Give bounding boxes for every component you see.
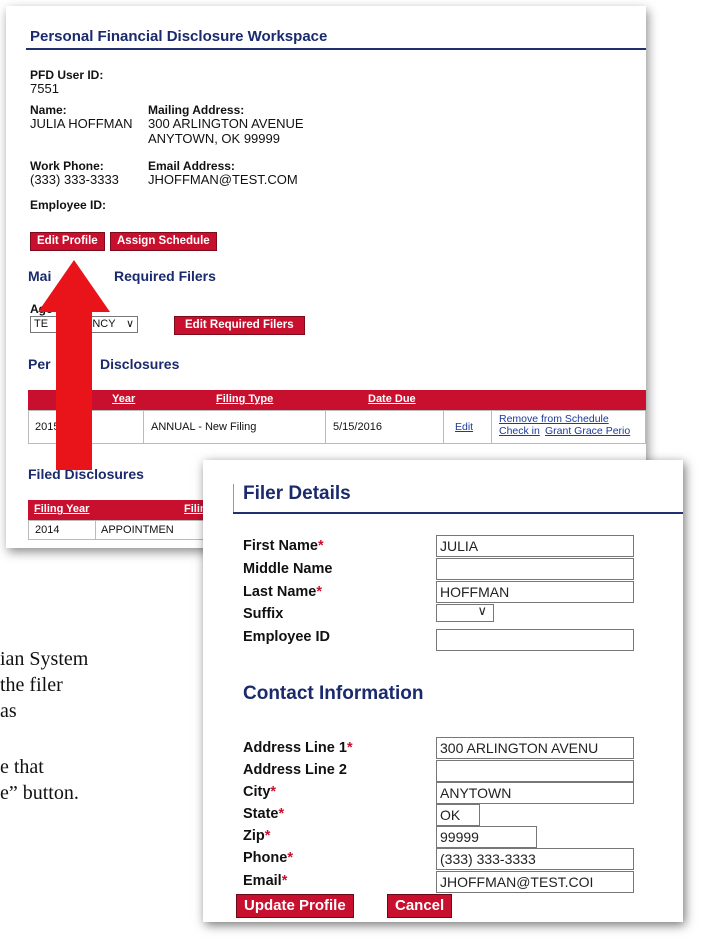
bg-text-line-1: ian System xyxy=(0,648,89,670)
last-name-field[interactable]: HOFFMAN xyxy=(436,581,634,603)
first-name-label: First Name* xyxy=(243,538,324,554)
bg-text-line-3: as xyxy=(0,700,17,722)
filer-details-divider xyxy=(233,512,683,514)
filed-table-header: Filing Year Filin xyxy=(28,500,218,520)
city-field[interactable]: ANYTOWN xyxy=(436,782,634,804)
email-address-value: JHOFFMAN@TEST.COM xyxy=(148,172,298,187)
phone-field[interactable]: (333) 333-3333 xyxy=(436,848,634,870)
email-label: Email* xyxy=(243,873,288,889)
last-name-label: Last Name* xyxy=(243,584,322,600)
cancel-button[interactable]: Cancel xyxy=(387,894,453,918)
pending-disclosures-heading: Disclosures xyxy=(100,356,180,372)
table-row: 2015 ANNUAL - New Filing 5/15/2016 Edit … xyxy=(28,410,646,444)
edit-link[interactable]: Edit xyxy=(455,421,473,433)
work-phone-value: (333) 333-3333 xyxy=(30,172,119,187)
suffix-select[interactable]: ∨ xyxy=(436,604,494,622)
name-label: Name: xyxy=(30,103,67,117)
col-filed-year[interactable]: Filing Year xyxy=(34,503,89,515)
grant-grace-period-link[interactable]: Grant Grace Perio xyxy=(545,425,630,437)
row-filing-type: ANNUAL - New Filing xyxy=(151,421,257,433)
mailing-address-line1: 300 ARLINGTON AVENUE xyxy=(148,116,304,131)
work-phone-label: Work Phone: xyxy=(30,159,104,173)
col-filing-type[interactable]: Filing Type xyxy=(216,393,273,405)
chevron-down-icon: ∨ xyxy=(125,318,134,330)
name-value: JULIA HOFFMAN xyxy=(30,116,133,131)
bg-text-line-5: e” button. xyxy=(0,782,79,804)
row-date-due: 5/15/2016 xyxy=(333,421,382,433)
table-row: 2014 APPOINTMEN xyxy=(28,520,218,540)
first-name-field[interactable]: JULIA xyxy=(436,535,634,557)
bg-text-line-2: the filer xyxy=(0,674,63,696)
filer-details-title: Filer Details xyxy=(243,483,351,504)
assign-schedule-button[interactable]: Assign Schedule xyxy=(110,232,217,251)
filed-row-type: APPOINTMEN xyxy=(101,524,174,536)
state-label: State* xyxy=(243,806,285,822)
pending-table-header: Year Filing Type Date Due xyxy=(28,390,646,410)
address-line2-field[interactable] xyxy=(436,760,634,782)
col-date-due[interactable]: Date Due xyxy=(368,393,416,405)
mailing-address-line2: ANYTOWN, OK 99999 xyxy=(148,131,280,146)
address-line1-field[interactable]: 300 ARLINGTON AVENU xyxy=(436,737,634,759)
pfd-user-id-value: 7551 xyxy=(30,81,59,96)
email-field[interactable]: JHOFFMAN@TEST.COI xyxy=(436,871,634,893)
mailing-address-label: Mailing Address: xyxy=(148,103,245,117)
col-filing-year[interactable]: Year xyxy=(112,393,135,405)
chevron-down-icon: ∨ xyxy=(477,604,487,618)
red-arrow-icon xyxy=(38,260,110,470)
page-title: Personal Financial Disclosure Workspace xyxy=(30,28,328,45)
remove-from-schedule-link[interactable]: Remove from Schedule xyxy=(499,413,609,425)
zip-field[interactable]: 99999 xyxy=(436,826,537,848)
edit-profile-button[interactable]: Edit Profile xyxy=(30,232,105,251)
check-in-link[interactable]: Check in xyxy=(499,425,540,437)
edit-required-filers-button[interactable]: Edit Required Filers xyxy=(174,316,305,335)
contact-information-heading: Contact Information xyxy=(243,683,424,704)
address-line1-label: Address Line 1* xyxy=(243,740,353,756)
state-field[interactable]: OK xyxy=(436,804,480,826)
zip-label: Zip* xyxy=(243,828,271,844)
employee-id-label: Employee ID xyxy=(243,629,331,645)
suffix-label: Suffix xyxy=(243,606,284,622)
phone-label: Phone* xyxy=(243,850,293,866)
filer-details-card: Filer Details First Name* JULIA Middle N… xyxy=(203,460,683,922)
pfd-user-id-label: PFD User ID: xyxy=(30,68,104,82)
email-address-label: Email Address: xyxy=(148,159,235,173)
middle-name-label: Middle Name xyxy=(243,561,333,577)
update-profile-button[interactable]: Update Profile xyxy=(236,894,354,918)
address-line2-label: Address Line 2 xyxy=(243,762,347,778)
employee-id-field[interactable] xyxy=(436,629,634,651)
filed-row-year: 2014 xyxy=(35,524,60,536)
required-filers-heading: Required Filers xyxy=(114,268,216,284)
employee-id-label: Employee ID: xyxy=(30,198,107,212)
bg-text-line-4: e that xyxy=(0,756,44,778)
middle-name-field[interactable] xyxy=(436,558,634,580)
title-divider xyxy=(26,48,646,50)
city-label: City* xyxy=(243,784,277,800)
